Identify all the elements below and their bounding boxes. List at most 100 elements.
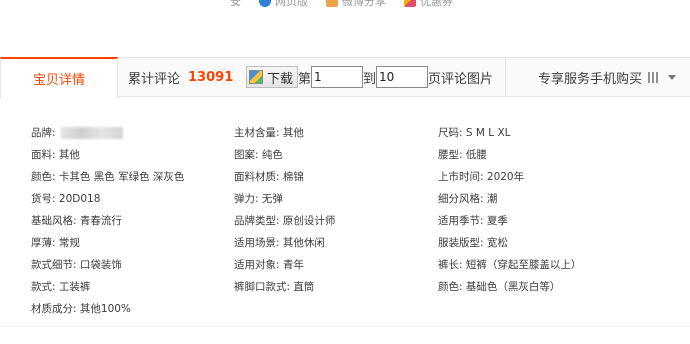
attribute-value: 纯色 [261,149,283,161]
to-page-input[interactable] [376,66,429,88]
picture-icon [249,70,263,84]
top-link-2[interactable]: 微博分享 [326,0,386,9]
attribute-label: 主材含量: [234,127,280,139]
attribute-item: 腰型: 低腰 [438,145,487,165]
tab-details-label: 宝贝详情 [32,73,85,88]
tab-reviews-label: 累计评论 [128,71,181,87]
attribute-item: 面料: 其他 [31,145,80,165]
attribute-label: 材质成分: [31,303,77,315]
download-button-label: 下载 [267,70,294,86]
attribute-value: 直筒 [293,281,315,293]
attribute-item: 货号: 20D018 [31,189,100,209]
attribute-item: 主材含量: 其他 [234,123,304,143]
attribute-value: 其他休闲 [282,237,325,249]
attribute-row: 款式细节: 口袋装饰 适用对象: 青年 裤长: 短裤（穿起至膝盖以上） [31,255,681,277]
attribute-item: 尺码: S M L XL [438,123,511,143]
orange-square-icon [326,0,338,7]
attribute-label: 细分风格: [438,193,484,205]
attribute-label: 适用对象: [234,259,280,271]
attribute-item: 品牌: [31,123,123,143]
attribute-label: 厚薄: [31,237,56,249]
attribute-label: 基础风格: [31,215,77,227]
attribute-row: 货号: 20D018 弹力: 无弹 细分风格: 潮 [31,189,681,211]
attribute-value: 青年 [282,259,304,271]
tab-bar: 宝贝详情 累计评论 13091 下载 第 到 页评论图片 专享服务手机购买 [0,57,690,98]
chevron-down-icon [668,74,677,80]
attribute-value: S M L XL [465,127,511,139]
attribute-item: 上市时间: 2020年 [438,167,524,187]
from-page-input[interactable] [311,66,364,88]
attribute-value: 2020年 [486,171,525,183]
attribute-row: 基础风格: 青春流行 品牌类型: 原创设计师 适用季节: 夏季 [31,211,681,233]
attribute-item: 颜色: 基础色（黑灰白等） [438,277,560,297]
attribute-item: 适用场景: 其他休闲 [234,233,325,253]
attribute-item: 颜色: 卡其色 黑色 军绿色 深灰色 [31,167,184,187]
multicolor-square-icon [404,0,416,7]
attribute-label: 款式: [31,281,56,293]
top-link-label: 网页版 [275,0,308,8]
review-count-badge: 13091 [188,69,234,85]
attribute-item: 面料材质: 棉锦 [234,167,304,187]
attribute-item: 细分风格: 潮 [438,189,497,209]
attribute-row: 品牌: 主材含量: 其他 尺码: S M L XL [31,123,681,145]
attribute-label: 适用季节: [438,215,484,227]
attribute-item: 裤长: 短裤（穿起至膝盖以上） [438,255,581,275]
attribute-row: 厚薄: 常规 适用场景: 其他休闲 服装版型: 宽松 [31,233,681,255]
attribute-label: 尺码: [438,127,463,139]
attribute-item: 弹力: 无弹 [234,189,283,209]
attribute-label: 上市时间: [438,171,484,183]
top-link-1[interactable]: 网页版 [259,0,308,9]
attribute-value: 工装裤 [58,281,91,293]
download-button[interactable]: 下载 [246,66,299,88]
tab-details[interactable]: 宝贝详情 [0,57,118,98]
attribute-label: 颜色: [438,281,463,293]
attribute-value: 短裤（穿起至膝盖以上） [465,259,582,271]
attribute-label: 图案: [234,149,259,161]
attribute-value: 低腰 [465,149,487,161]
page-suffix-label: 页评论图片 [428,71,494,87]
attribute-label: 面料材质: [234,171,280,183]
tab-service-label: 专享服务手机购买 [538,71,643,87]
blurred-brand-value [60,127,123,139]
attribute-item: 款式: 工装裤 [31,277,90,297]
attribute-item: 裤脚口款式: 直筒 [234,277,314,297]
top-link-3[interactable]: 优惠券 [404,0,453,9]
top-link-0[interactable]: 安 [230,0,241,9]
attribute-item: 适用季节: 夏季 [438,211,508,231]
attribute-value: 无弹 [261,193,283,205]
attribute-value: 口袋装饰 [79,259,122,271]
tab-mobile-purchase[interactable]: 专享服务手机购买 [505,58,690,96]
attribute-value: 青春流行 [79,215,122,227]
review-image-download: 下载 第 到 页评论图片 [246,65,493,89]
attribute-label: 腰型: [438,149,463,161]
attribute-row: 颜色: 卡其色 黑色 军绿色 深灰色 面料材质: 棉锦 上市时间: 2020年 [31,167,681,189]
attribute-item: 服装版型: 宽松 [438,233,508,253]
top-link-label: 优惠券 [420,0,453,8]
divider [0,326,690,327]
attribute-value: 20D018 [58,193,101,205]
attribute-label: 货号: [31,193,56,205]
attribute-row: 面料: 其他 图案: 纯色 腰型: 低腰 [31,145,681,167]
attribute-value: 卡其色 黑色 军绿色 深灰色 [58,171,185,183]
attribute-item: 基础风格: 青春流行 [31,211,122,231]
blue-circle-icon [259,0,271,7]
attribute-label: 品牌: [31,127,56,139]
from-page-label: 第 [298,71,312,87]
attribute-value: 原创设计师 [282,215,336,227]
top-share-strip: 安 网页版 微博分享 优惠券 [0,0,690,40]
attribute-item: 材质成分: 其他100% [31,299,131,319]
product-attributes: 品牌: 主材含量: 其他 尺码: S M L XL 面料: 其他 图案: 纯色 腰型: … [31,123,681,321]
attribute-value: 夏季 [486,215,508,227]
attribute-row: 材质成分: 其他100% [31,299,681,321]
attribute-label: 品牌类型: [234,215,280,227]
attribute-item: 图案: 纯色 [234,145,283,165]
tab-reviews[interactable]: 累计评论 13091 [128,58,233,96]
attribute-value: 其他100% [79,303,131,315]
attribute-value: 其他 [58,149,80,161]
qr-code-icon [648,71,660,83]
attribute-label: 款式细节: [31,259,77,271]
attribute-label: 适用场景: [234,237,280,249]
top-link-label: 微博分享 [342,0,386,8]
attribute-value: 宽松 [486,237,508,249]
attribute-label: 裤脚口款式: [234,281,291,293]
